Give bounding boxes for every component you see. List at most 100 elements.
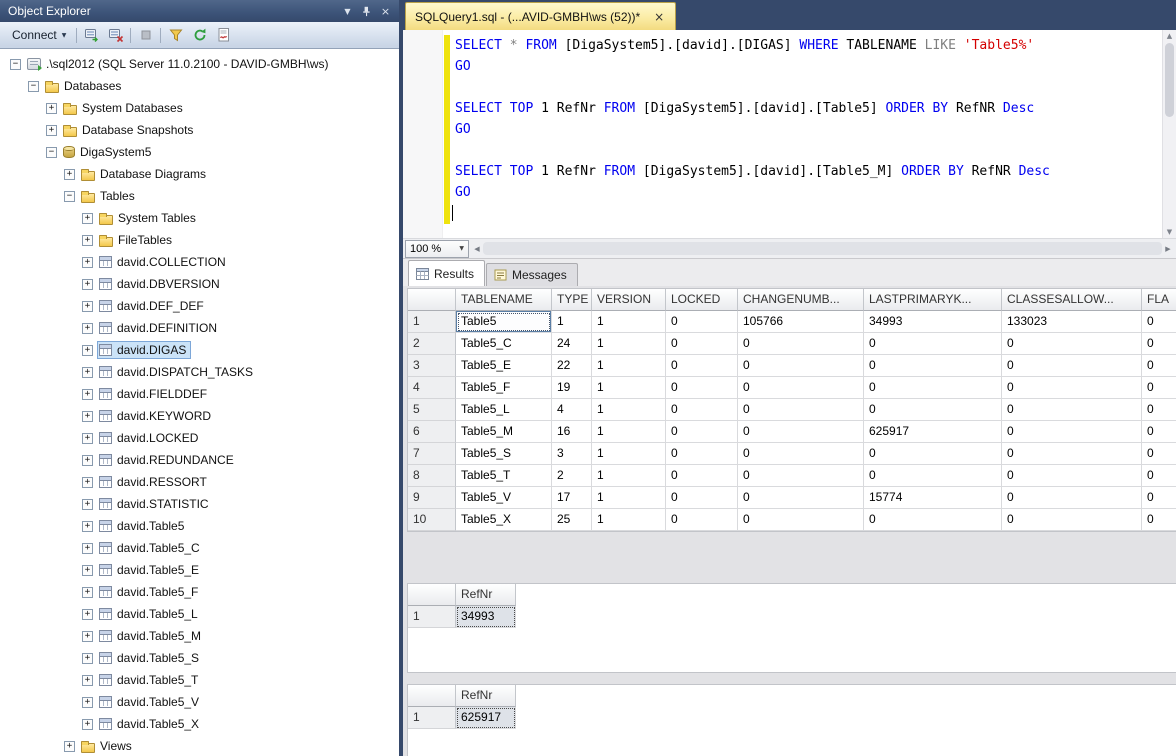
grid-cell[interactable]: Table5_L [456, 399, 552, 421]
expand-icon[interactable]: + [82, 411, 93, 422]
tree-item-tables[interactable]: −Tables [0, 185, 399, 207]
grid-cell[interactable]: 0 [864, 399, 1002, 421]
scrollbar-thumb[interactable] [1165, 43, 1174, 117]
column-header-fla[interactable]: FLA [1142, 289, 1176, 311]
grid-cell[interactable]: 625917 [864, 421, 1002, 443]
expand-icon[interactable]: + [82, 631, 93, 642]
column-header-version[interactable]: VERSION [592, 289, 666, 311]
grid-cell[interactable]: 1 [592, 465, 666, 487]
grid-cell[interactable]: 0 [666, 509, 738, 531]
grid-cell[interactable]: 1 [592, 443, 666, 465]
tree-item-david-table5-e[interactable]: +david.Table5_E [0, 559, 399, 581]
grid-cell[interactable]: 15774 [864, 487, 1002, 509]
tree-item-david-dispatch-tasks[interactable]: +david.DISPATCH_TASKS [0, 361, 399, 383]
column-header-tablename[interactable]: TABLENAME [456, 289, 552, 311]
grid-cell[interactable]: 0 [1142, 311, 1176, 333]
tree-item-david-table5-m[interactable]: +david.Table5_M [0, 625, 399, 647]
grid-cell[interactable]: 0 [864, 465, 1002, 487]
tree-item-digasystem5[interactable]: −DigaSystem5 [0, 141, 399, 163]
refresh-button[interactable] [188, 24, 211, 46]
expand-icon[interactable]: + [82, 609, 93, 620]
grid-cell[interactable]: 0 [1142, 377, 1176, 399]
tree-item-david-collection[interactable]: +david.COLLECTION [0, 251, 399, 273]
stop-button[interactable] [134, 24, 157, 46]
grid-cell[interactable]: 0 [1142, 443, 1176, 465]
error-log-button[interactable] [212, 24, 235, 46]
expand-icon[interactable]: + [82, 345, 93, 356]
grid-cell[interactable]: 0 [1002, 355, 1142, 377]
connect-button[interactable]: Connect ▼ [5, 25, 73, 45]
grid-cell[interactable]: 625917 [456, 707, 516, 729]
grid-cell[interactable]: 0 [864, 333, 1002, 355]
row-number[interactable]: 3 [408, 355, 456, 377]
column-header-refnr[interactable]: RefNr [456, 584, 516, 606]
grid-cell[interactable]: 1 [592, 421, 666, 443]
tree-item-database-diagrams[interactable]: +Database Diagrams [0, 163, 399, 185]
expand-icon[interactable]: + [82, 521, 93, 532]
row-number[interactable]: 1 [408, 311, 456, 333]
grid-cell[interactable]: 0 [1142, 333, 1176, 355]
tree-item-david-statistic[interactable]: +david.STATISTIC [0, 493, 399, 515]
grid-cell[interactable]: 0 [1142, 399, 1176, 421]
grid-cell[interactable]: 0 [1002, 465, 1142, 487]
expand-icon[interactable]: + [82, 257, 93, 268]
filter-button[interactable] [164, 24, 187, 46]
grid-cell[interactable]: 0 [738, 487, 864, 509]
expand-icon[interactable]: + [82, 235, 93, 246]
row-number[interactable]: 4 [408, 377, 456, 399]
tree-item-david-table5-l[interactable]: +david.Table5_L [0, 603, 399, 625]
expand-icon[interactable]: + [82, 719, 93, 730]
row-number[interactable]: 1 [408, 606, 456, 628]
expand-icon[interactable]: + [82, 675, 93, 686]
tree-item-david-def-def[interactable]: +david.DEF_DEF [0, 295, 399, 317]
expand-icon[interactable]: + [82, 499, 93, 510]
grid-cell[interactable]: 0 [864, 355, 1002, 377]
column-header-type[interactable]: TYPE [552, 289, 592, 311]
grid-cell[interactable]: 0 [1002, 443, 1142, 465]
grid-cell[interactable]: Table5_S [456, 443, 552, 465]
auto-hide-pin-button[interactable] [358, 3, 375, 19]
grid-cell[interactable]: 22 [552, 355, 592, 377]
expand-icon[interactable]: + [46, 103, 57, 114]
grid-cell[interactable]: Table5_M [456, 421, 552, 443]
grid-cell[interactable]: 0 [1002, 377, 1142, 399]
query-editor[interactable]: SELECT * FROM [DigaSystem5].[david].[DIG… [403, 30, 1176, 238]
tab-sqlquery1[interactable]: SQLQuery1.sql - (...AVID-GMBH\ws (52))* … [405, 2, 676, 30]
window-menu-button[interactable]: ▼ [339, 3, 356, 19]
tree-item-david-locked[interactable]: +david.LOCKED [0, 427, 399, 449]
grid-cell[interactable]: 17 [552, 487, 592, 509]
tree-item-david-keyword[interactable]: +david.KEYWORD [0, 405, 399, 427]
expand-icon[interactable]: + [64, 741, 75, 752]
grid-cell[interactable]: 0 [738, 443, 864, 465]
expand-icon[interactable]: + [82, 543, 93, 554]
expand-icon[interactable]: + [82, 697, 93, 708]
tree-item-david-table5-f[interactable]: +david.Table5_F [0, 581, 399, 603]
grid-cell[interactable]: 105766 [738, 311, 864, 333]
grid-cell[interactable]: 1 [592, 399, 666, 421]
expand-icon[interactable]: + [82, 653, 93, 664]
expand-icon[interactable]: + [82, 433, 93, 444]
expand-icon[interactable]: + [82, 323, 93, 334]
tree-item-database-snapshots[interactable]: +Database Snapshots [0, 119, 399, 141]
zoom-selector[interactable]: 100 % ▼ [405, 240, 469, 258]
row-number[interactable]: 9 [408, 487, 456, 509]
tree-item-david-table5-v[interactable]: +david.Table5_V [0, 691, 399, 713]
grid-cell[interactable]: Table5 [456, 311, 552, 333]
expand-icon[interactable]: + [82, 389, 93, 400]
grid-cell[interactable]: 0 [864, 377, 1002, 399]
grid-cell[interactable]: 0 [738, 377, 864, 399]
expand-icon[interactable]: + [82, 587, 93, 598]
tree-item-david-redundance[interactable]: +david.REDUNDANCE [0, 449, 399, 471]
grid-cell[interactable]: 1 [592, 487, 666, 509]
tree-item-system-tables[interactable]: +System Tables [0, 207, 399, 229]
grid-cell[interactable]: 0 [666, 399, 738, 421]
grid-cell[interactable]: 1 [592, 509, 666, 531]
grid-cell[interactable]: 0 [666, 487, 738, 509]
grid-cell[interactable]: 0 [738, 355, 864, 377]
column-header-lastprimaryk[interactable]: LASTPRIMARYK... [864, 289, 1002, 311]
grid-cell[interactable]: 1 [592, 355, 666, 377]
grid-cell[interactable]: 4 [552, 399, 592, 421]
grid-cell[interactable]: 0 [1002, 421, 1142, 443]
expand-icon[interactable]: + [82, 565, 93, 576]
row-number[interactable]: 5 [408, 399, 456, 421]
